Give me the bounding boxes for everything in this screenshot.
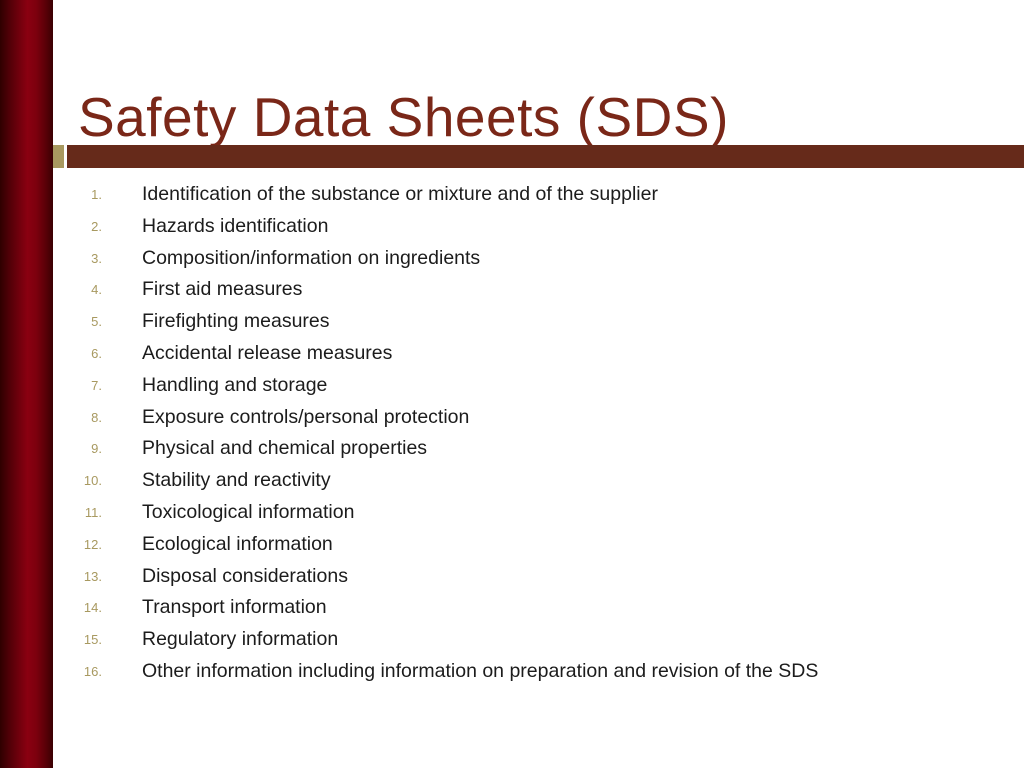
list-item-label: First aid measures — [142, 278, 303, 301]
list-item: 10. Stability and reactivity — [0, 467, 1024, 499]
list-item-label: Firefighting measures — [142, 310, 330, 333]
list-item-number: 12. — [83, 536, 102, 552]
list-item-label: Toxicological information — [142, 500, 355, 523]
list-item: 15. Regulatory information — [0, 626, 1024, 658]
list-item-label: Identification of the substance or mixtu… — [142, 183, 658, 205]
list-item-label: Physical and chemical properties — [142, 437, 428, 460]
list-item-number: 9. — [91, 441, 102, 457]
list-item-label: Transport information — [142, 596, 327, 619]
list-item-label: Composition/information on ingredients — [142, 246, 481, 269]
list-item-label: Ecological information — [142, 532, 333, 555]
list-item-label: Regulatory information — [142, 628, 339, 651]
accent-bar — [67, 145, 1024, 168]
list-item: 8. Exposure controls/personal protection — [0, 404, 1024, 436]
list-item-number: 7. — [91, 377, 102, 393]
list-item: 12. Ecological information — [0, 531, 1024, 563]
list-item-number: 13. — [83, 568, 102, 584]
list-item: 6. Accidental release measures — [0, 340, 1024, 372]
sds-section-list: 1. Identification of the substance or mi… — [0, 181, 1024, 690]
list-item: 16. Other information including informat… — [0, 658, 1024, 690]
list-item-number: 8. — [91, 409, 102, 425]
page-title: Safety Data Sheets (SDS) — [78, 85, 729, 148]
list-item-label: Accidental release measures — [142, 341, 393, 364]
list-item: 13. Disposal considerations — [0, 563, 1024, 595]
list-item: 4. First aid measures — [0, 276, 1024, 308]
list-item-number: 16. — [83, 663, 102, 679]
presentation-slide: Safety Data Sheets (SDS) 1. Identificati… — [0, 0, 1024, 768]
list-item: 11. Toxicological information — [0, 499, 1024, 531]
list-item: 9. Physical and chemical properties — [0, 435, 1024, 467]
list-item-label: Other information including information … — [142, 659, 819, 682]
list-item: 3. Composition/information on ingredient… — [0, 245, 1024, 277]
list-item-number: 6. — [91, 345, 102, 361]
list-item-label: Stability and reactivity — [142, 469, 331, 492]
list-item: 5. Firefighting measures — [0, 308, 1024, 340]
list-item-number: 14. — [83, 600, 102, 616]
list-item-number: 4. — [91, 282, 102, 298]
list-item: 1. Identification of the substance or mi… — [0, 181, 1024, 213]
list-item-number: 10. — [83, 473, 102, 489]
list-item-number: 5. — [91, 314, 102, 330]
list-item-number: 15. — [83, 632, 102, 648]
list-item: 2. Hazards identification — [0, 213, 1024, 245]
title-underline-rule — [0, 145, 1024, 168]
list-item-label: Exposure controls/personal protection — [142, 405, 470, 428]
list-item: 14. Transport information — [0, 594, 1024, 626]
list-item-number: 2. — [91, 218, 102, 234]
list-item-label: Disposal considerations — [142, 564, 348, 587]
accent-square — [53, 145, 64, 168]
list-item-number: 11. — [84, 504, 102, 520]
list-item: 7. Handling and storage — [0, 372, 1024, 404]
list-item-number: 1. — [91, 187, 102, 202]
list-item-number: 3. — [91, 250, 102, 266]
list-item-label: Hazards identification — [142, 214, 329, 237]
list-item-label: Handling and storage — [142, 373, 328, 396]
